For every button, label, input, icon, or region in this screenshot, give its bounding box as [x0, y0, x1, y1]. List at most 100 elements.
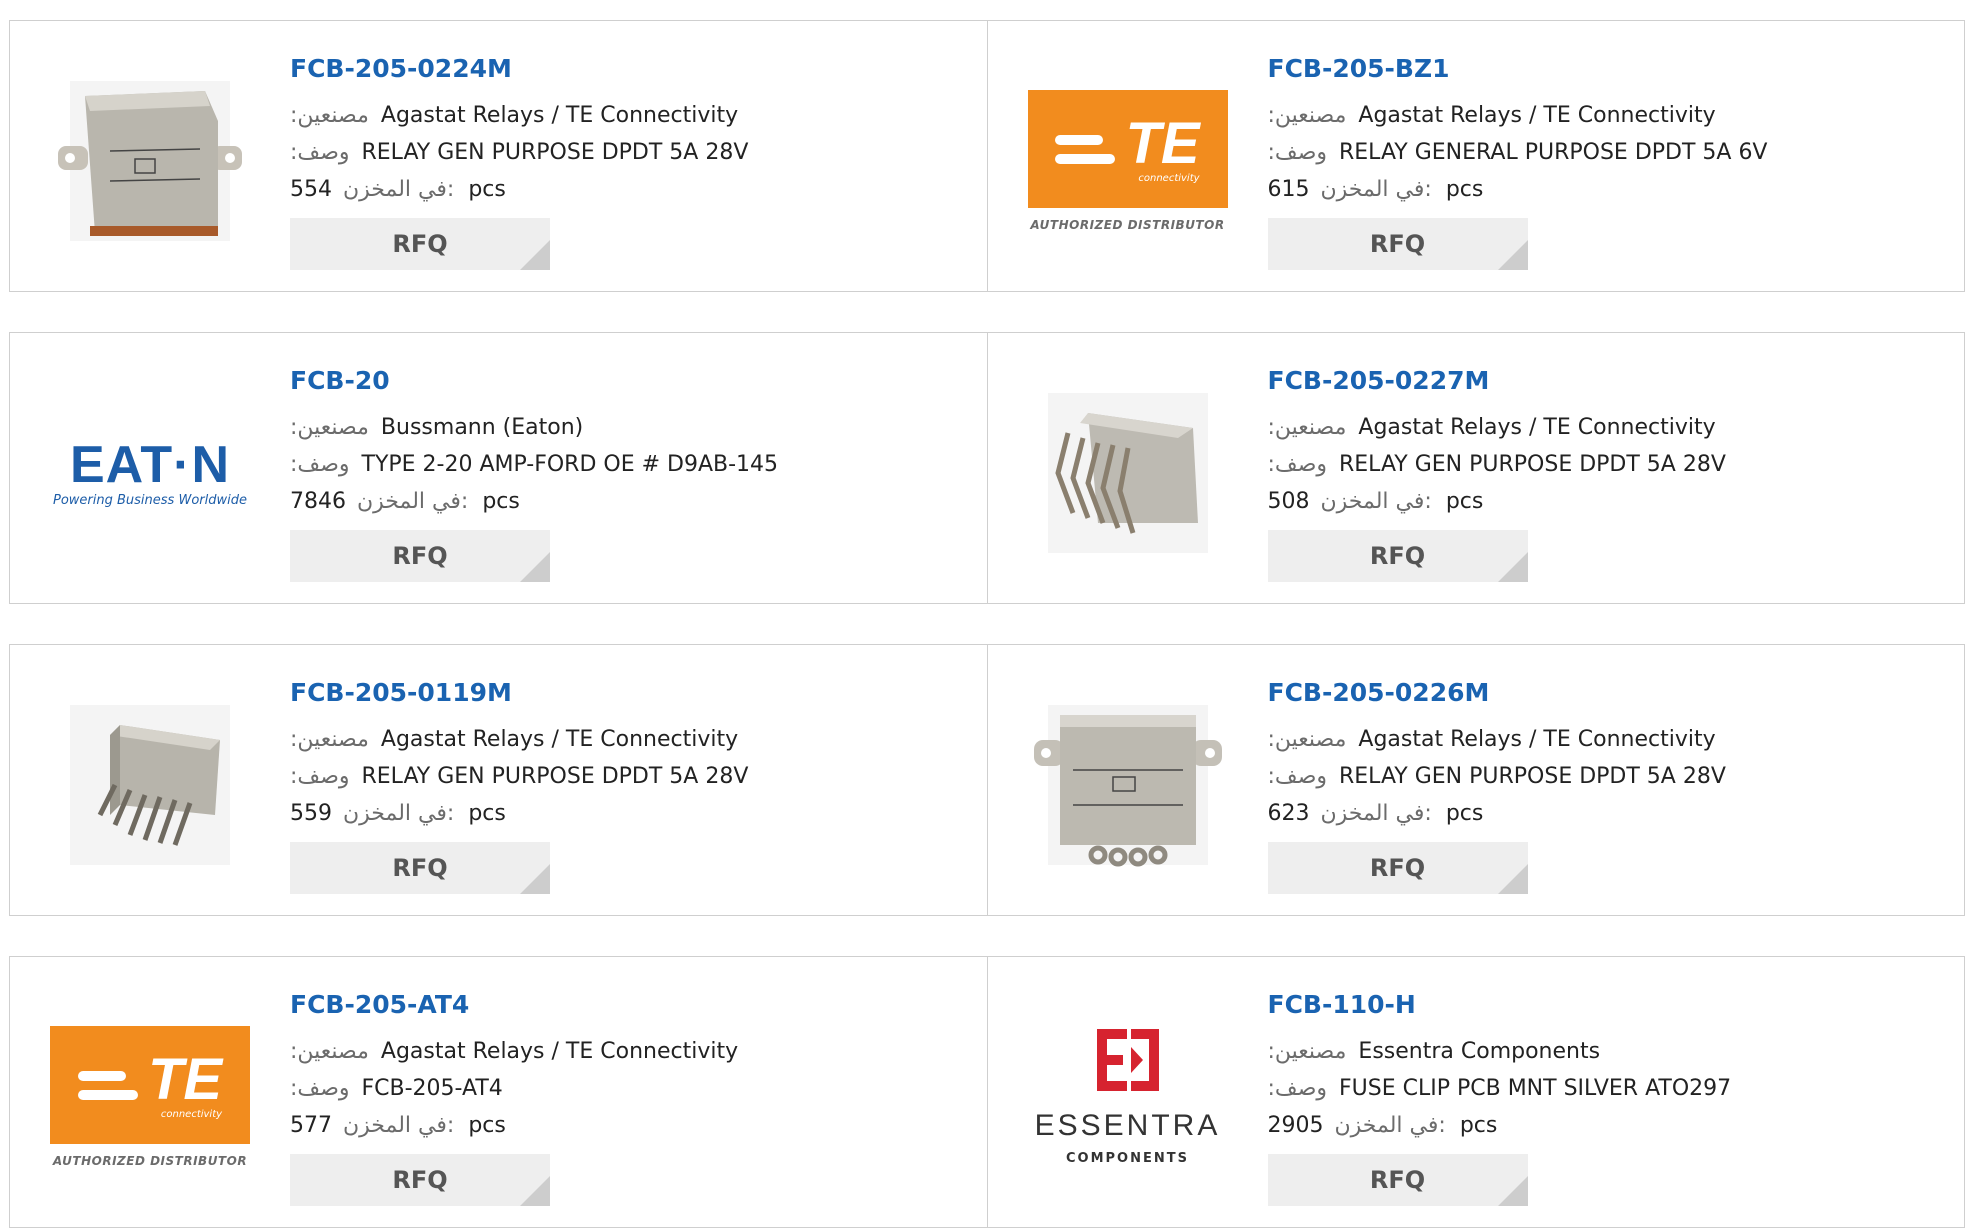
stock-label: في المخزن: [343, 1113, 454, 1138]
description-value: RELAY GEN PURPOSE DPDT 5A 28V [1339, 764, 1726, 789]
part-number-link[interactable]: FCB-205-BZ1 [1268, 53, 1768, 85]
rfq-button[interactable]: RFQ [1268, 1154, 1528, 1206]
corner-triangle-icon [520, 552, 550, 582]
manufacturer-value: Agastat Relays / TE Connectivity [1358, 103, 1715, 128]
manufacturer-label: :مصنعين [1268, 415, 1347, 440]
stock-line: 623 في المخزن:pcs [1268, 795, 1726, 832]
description-line: :وصفRELAY GEN PURPOSE DPDT 5A 28V [290, 134, 748, 171]
corner-triangle-icon [520, 240, 550, 270]
te-connectivity-logo[interactable]: TE connectivity AUTHORIZED DISTRIBUTOR [1028, 61, 1228, 261]
manufacturer-value: Agastat Relays / TE Connectivity [1358, 727, 1715, 752]
product-info: FCB-205-0119M :مصنعينAgastat Relays / TE… [290, 677, 748, 894]
stock-unit: pcs [1446, 177, 1484, 202]
description-value: RELAY GEN PURPOSE DPDT 5A 28V [362, 140, 749, 165]
relay-product-image[interactable] [50, 61, 250, 261]
corner-triangle-icon [1498, 552, 1528, 582]
product-row: EAT·N Powering Business Worldwide FCB-20… [9, 332, 1965, 604]
part-number-link[interactable]: FCB-110-H [1268, 989, 1732, 1021]
product-card: EAT·N Powering Business Worldwide FCB-20… [9, 332, 988, 604]
manufacturer-label: :مصنعين [290, 1039, 369, 1064]
corner-triangle-icon [1498, 240, 1528, 270]
manufacturer-line: :مصنعينAgastat Relays / TE Connectivity [290, 721, 748, 758]
corner-triangle-icon [520, 864, 550, 894]
manufacturer-value: Agastat Relays / TE Connectivity [381, 103, 738, 128]
manufacturer-line: :مصنعين Agastat Relays / TE Connectivity [1268, 97, 1768, 134]
description-line: :وصفFUSE CLIP PCB MNT SILVER ATO297 [1268, 1070, 1732, 1107]
rfq-button[interactable]: RFQ [1268, 218, 1528, 270]
description-label: :وصف [1268, 452, 1328, 477]
description-line: :وصفTYPE 2-20 AMP-FORD OE # D9AB-145 [290, 446, 778, 483]
product-card: TE connectivity AUTHORIZED DISTRIBUTOR F… [9, 956, 988, 1228]
relay-product-image[interactable] [50, 685, 250, 885]
manufacturer-line: :مصنعينAgastat Relays / TE Connectivity [1268, 409, 1726, 446]
product-card: ESSENTRA COMPONENTS FCB-110-H :مصنعينEss… [988, 956, 1965, 1228]
stock-unit: pcs [1446, 489, 1484, 514]
manufacturer-value: Agastat Relays / TE Connectivity [381, 1039, 738, 1064]
stock-value: 559 [290, 801, 332, 826]
description-value: RELAY GENERAL PURPOSE DPDT 5A 6V [1339, 140, 1767, 165]
relay-product-image[interactable] [1028, 685, 1228, 885]
description-label: :وصف [1268, 764, 1328, 789]
product-row: TE connectivity AUTHORIZED DISTRIBUTOR F… [9, 956, 1965, 1228]
description-line: :وصف RELAY GENERAL PURPOSE DPDT 5A 6V [1268, 134, 1768, 171]
part-number-link[interactable]: FCB-205-0119M [290, 677, 748, 709]
product-card: FCB-205-0226M :مصنعينAgastat Relays / TE… [988, 644, 1965, 916]
description-value: RELAY GEN PURPOSE DPDT 5A 28V [362, 764, 749, 789]
stock-label: في المخزن: [343, 177, 454, 202]
stock-value: 2905 [1268, 1113, 1324, 1138]
stock-line: 577 في المخزن: pcs [290, 1107, 738, 1144]
manufacturer-value: Agastat Relays / TE Connectivity [381, 727, 738, 752]
rfq-label: RFQ [392, 1166, 447, 1194]
corner-triangle-icon [1498, 1176, 1528, 1206]
rfq-button[interactable]: RFQ [290, 530, 550, 582]
product-info: FCB-205-BZ1 :مصنعين Agastat Relays / TE C… [1268, 53, 1768, 270]
stock-unit: pcs [468, 1113, 506, 1138]
essentra-logo[interactable]: ESSENTRA COMPONENTS [1028, 997, 1228, 1197]
stock-label: في المخزن: [1321, 489, 1432, 514]
eaton-logo[interactable]: EAT·N Powering Business Worldwide [50, 373, 250, 573]
part-number-link[interactable]: FCB-20 [290, 365, 778, 397]
rfq-label: RFQ [1370, 854, 1425, 882]
manufacturer-line: :مصنعينAgastat Relays / TE Connectivity [290, 97, 748, 134]
stock-label: في المخزن: [357, 489, 468, 514]
rfq-label: RFQ [392, 854, 447, 882]
stock-value: 554 [290, 177, 332, 202]
stock-line: 554 في المخزن: pcs [290, 171, 748, 208]
description-label: :وصف [1268, 1076, 1328, 1101]
description-line: :وصفRELAY GEN PURPOSE DPDT 5A 28V [290, 758, 748, 795]
stock-line: 508 في المخزن:pcs [1268, 483, 1726, 520]
manufacturer-label: :مصنعين [1268, 103, 1347, 128]
authorized-distributor-text: AUTHORIZED DISTRIBUTOR [1030, 218, 1224, 232]
description-label: :وصف [1268, 140, 1328, 165]
description-line: :وصف RELAY GEN PURPOSE DPDT 5A 28V [1268, 446, 1726, 483]
rfq-button[interactable]: RFQ [290, 842, 550, 894]
rfq-button[interactable]: RFQ [1268, 842, 1528, 894]
product-card: FCB-205-0224M :مصنعينAgastat Relays / TE… [9, 20, 988, 292]
part-number-link[interactable]: FCB-205-0224M [290, 53, 748, 85]
manufacturer-value: Essentra Components [1358, 1039, 1600, 1064]
relay-product-image[interactable] [1028, 373, 1228, 573]
rfq-button[interactable]: RFQ [1268, 530, 1528, 582]
part-number-link[interactable]: FCB-205-0226M [1268, 677, 1726, 709]
rfq-label: RFQ [1370, 230, 1425, 258]
rfq-button[interactable]: RFQ [290, 218, 550, 270]
stock-value: 615 [1268, 177, 1310, 202]
rfq-label: RFQ [1370, 542, 1425, 570]
part-number-link[interactable]: FCB-205-0227M [1268, 365, 1726, 397]
product-card: TE connectivity AUTHORIZED DISTRIBUTOR F… [988, 20, 1965, 292]
te-connectivity-logo[interactable]: TE connectivity AUTHORIZED DISTRIBUTOR [50, 997, 250, 1197]
rfq-label: RFQ [392, 230, 447, 258]
stock-value: 7846 [290, 489, 346, 514]
stock-label: في المخزن: [1321, 177, 1432, 202]
stock-label: في المخزن: [343, 801, 454, 826]
part-number-link[interactable]: FCB-205-AT4 [290, 989, 738, 1021]
description-value: RELAY GEN PURPOSE DPDT 5A 28V [1339, 452, 1726, 477]
stock-unit: pcs [468, 177, 506, 202]
stock-label: في المخزن: [1335, 1113, 1446, 1138]
essentra-mark-icon [1097, 1029, 1159, 1091]
product-info: FCB-205-0226M :مصنعينAgastat Relays / TE… [1268, 677, 1726, 894]
description-value: FCB-205-AT4 [362, 1076, 503, 1101]
rfq-button[interactable]: RFQ [290, 1154, 550, 1206]
corner-triangle-icon [520, 1176, 550, 1206]
stock-value: 577 [290, 1113, 332, 1138]
